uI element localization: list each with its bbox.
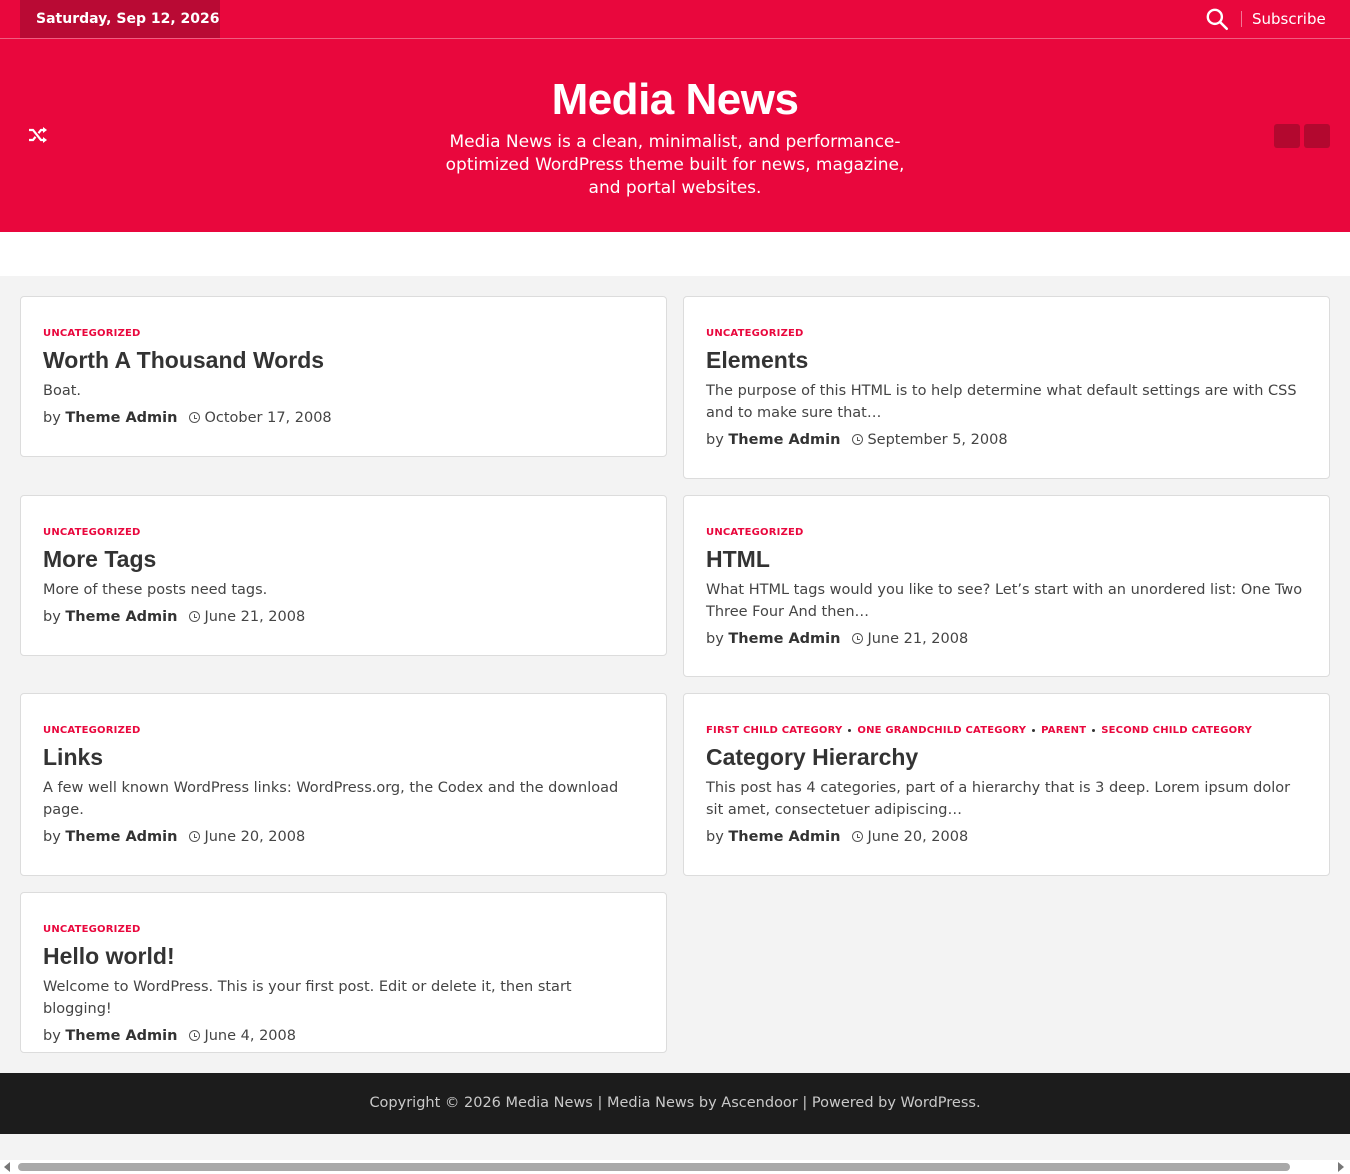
author-link[interactable]: Theme Admin — [728, 432, 840, 448]
post-categories: UNCATEGORIZED — [43, 327, 644, 341]
author-link[interactable]: Theme Admin — [65, 829, 177, 845]
post-title[interactable]: HTML — [706, 543, 1307, 575]
category-link[interactable]: UNCATEGORIZED — [43, 527, 141, 538]
post-date[interactable]: June 20, 2008 — [204, 829, 305, 845]
post-date[interactable]: September 5, 2008 — [867, 432, 1007, 448]
post-card: UNCATEGORIZED HTML What HTML tags would yo… — [683, 495, 1330, 677]
clock-icon — [189, 611, 201, 622]
site-footer: Copyright © 2026 Media News | Media News… — [0, 1073, 1350, 1134]
post-categories: FIRST CHILD CATEGORY ONE GRANDCHILD CATEG… — [706, 724, 1307, 738]
category-link[interactable]: UNCATEGORIZED — [706, 328, 804, 339]
post-date[interactable]: June 21, 2008 — [867, 631, 968, 647]
category-separator — [1092, 728, 1096, 732]
post-categories: UNCATEGORIZED — [706, 526, 1307, 540]
category-separator — [1032, 728, 1036, 732]
category-link[interactable]: UNCATEGORIZED — [43, 924, 141, 935]
post-meta: by Theme Admin June 20, 2008 — [706, 826, 1307, 848]
clock-icon — [189, 412, 201, 423]
post-title[interactable]: Worth A Thousand Words — [43, 344, 644, 376]
post-card: UNCATEGORIZED Hello world! Welcome to Word… — [20, 892, 667, 1053]
byline-label: by — [706, 631, 724, 647]
copyright-text: Copyright © 2026 Media News | Media News… — [369, 1095, 981, 1111]
byline-label: by — [706, 432, 724, 448]
category-link[interactable]: PARENT — [1041, 725, 1086, 736]
author-link[interactable]: Theme Admin — [65, 1028, 177, 1044]
byline-label: by — [43, 410, 61, 426]
post-title[interactable]: Links — [43, 741, 644, 773]
clock-icon — [189, 1030, 201, 1041]
category-link[interactable]: UNCATEGORIZED — [43, 328, 141, 339]
clock-icon — [189, 831, 201, 842]
category-link[interactable]: FIRST CHILD CATEGORY — [706, 725, 842, 736]
post-meta: by Theme Admin June 20, 2008 — [43, 826, 644, 848]
post-meta: by Theme Admin June 4, 2008 — [43, 1025, 644, 1047]
byline-label: by — [43, 609, 61, 625]
scroll-right-icon[interactable] — [1338, 1162, 1344, 1172]
top-bar: Saturday, Sep 12, 2026 Subscribe — [0, 0, 1350, 39]
light-mode-toggle[interactable] — [1304, 124, 1330, 148]
current-date: Saturday, Sep 12, 2026 — [20, 0, 220, 38]
byline-label: by — [706, 829, 724, 845]
post-card: FIRST CHILD CATEGORY ONE GRANDCHILD CATEG… — [683, 693, 1330, 876]
category-link[interactable]: SECOND CHILD CATEGORY — [1101, 725, 1252, 736]
category-link[interactable]: ONE GRANDCHILD CATEGORY — [857, 725, 1026, 736]
post-card: UNCATEGORIZED Elements The purpose of this… — [683, 296, 1330, 479]
category-separator — [848, 728, 852, 732]
post-excerpt: Welcome to WordPress. This is your first… — [43, 979, 572, 1017]
post-meta: by Theme Admin June 21, 2008 — [43, 606, 644, 628]
category-link[interactable]: UNCATEGORIZED — [43, 725, 141, 736]
clock-icon — [852, 633, 864, 644]
post-date[interactable]: June 4, 2008 — [204, 1028, 296, 1044]
search-icon[interactable] — [1204, 6, 1230, 32]
subscribe-link[interactable]: Subscribe — [1252, 0, 1326, 38]
post-categories: UNCATEGORIZED — [706, 327, 1307, 341]
clock-icon — [852, 434, 864, 445]
clock-icon — [852, 831, 864, 842]
post-card: UNCATEGORIZED More Tags More of these post… — [20, 495, 667, 656]
post-categories: UNCATEGORIZED — [43, 923, 644, 937]
post-card: UNCATEGORIZED Links A few well known WordP… — [20, 693, 667, 876]
site-header: Media News Media News is a clean, minima… — [0, 39, 1350, 232]
post-date[interactable]: June 21, 2008 — [204, 609, 305, 625]
post-title[interactable]: Hello world! — [43, 940, 644, 972]
shuffle-icon[interactable] — [26, 123, 50, 147]
byline-label: by — [43, 829, 61, 845]
post-excerpt: The purpose of this HTML is to help dete… — [706, 383, 1297, 421]
post-date[interactable]: October 17, 2008 — [204, 410, 331, 426]
author-link[interactable]: Theme Admin — [728, 631, 840, 647]
byline-label: by — [43, 1028, 61, 1044]
post-title[interactable]: Elements — [706, 344, 1307, 376]
post-categories: UNCATEGORIZED — [43, 526, 644, 540]
author-link[interactable]: Theme Admin — [65, 410, 177, 426]
dark-mode-toggle[interactable] — [1274, 124, 1300, 148]
post-excerpt: Boat. — [43, 383, 81, 399]
horizontal-scrollbar[interactable] — [0, 1160, 1350, 1174]
author-link[interactable]: Theme Admin — [728, 829, 840, 845]
post-excerpt: This post has 4 categories, part of a hi… — [706, 780, 1291, 818]
post-excerpt: A few well known WordPress links: WordPr… — [43, 780, 619, 818]
post-excerpt: More of these posts need tags. — [43, 582, 268, 598]
post-meta: by Theme Admin October 17, 2008 — [43, 407, 644, 429]
post-date[interactable]: June 20, 2008 — [867, 829, 968, 845]
post-meta: by Theme Admin September 5, 2008 — [706, 429, 1307, 451]
post-card: UNCATEGORIZED Worth A Thousand Words Boat.… — [20, 296, 667, 457]
navigation-bar — [0, 232, 1350, 276]
post-excerpt: What HTML tags would you like to see? Le… — [706, 582, 1303, 620]
post-categories: UNCATEGORIZED — [43, 724, 644, 738]
site-title[interactable]: Media News — [0, 75, 1350, 125]
post-meta: by Theme Admin June 21, 2008 — [706, 628, 1307, 650]
post-title[interactable]: More Tags — [43, 543, 644, 575]
site-description: Media News is a clean, minimalist, and p… — [445, 132, 905, 198]
author-link[interactable]: Theme Admin — [65, 609, 177, 625]
scroll-left-icon[interactable] — [4, 1162, 10, 1172]
post-title[interactable]: Category Hierarchy — [706, 741, 1307, 773]
scrollbar-thumb[interactable] — [18, 1163, 1290, 1171]
topbar-divider — [1241, 11, 1242, 27]
category-link[interactable]: UNCATEGORIZED — [706, 527, 804, 538]
